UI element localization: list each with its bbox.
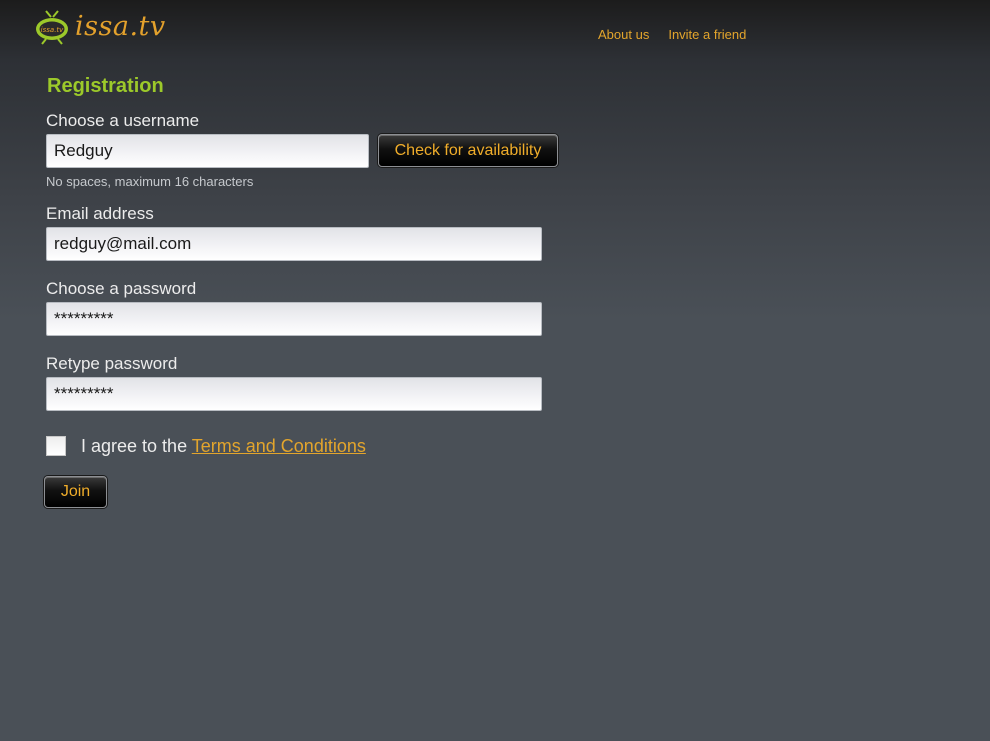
top-nav: About us Invite a friend <box>598 27 746 42</box>
nav-link-about[interactable]: About us <box>598 27 649 42</box>
logo-badge-text: issa.tv <box>41 26 64 34</box>
terms-prefix: I agree to the <box>81 436 188 456</box>
site-logo[interactable]: issa.tv issa.tv <box>34 9 166 45</box>
username-hint: No spaces, maximum 16 characters <box>46 174 254 189</box>
logo-text: issa.tv <box>75 11 166 42</box>
join-button[interactable]: Join <box>44 476 107 508</box>
password-label: Choose a password <box>46 279 197 298</box>
terms-checkbox[interactable] <box>46 436 66 456</box>
terms-agreement: I agree to the Terms and Conditions <box>81 436 366 457</box>
retype-password-input[interactable] <box>46 377 542 411</box>
username-label: Choose a username <box>46 111 200 130</box>
check-availability-button[interactable]: Check for availability <box>378 134 558 167</box>
page-title: Registration <box>47 75 164 97</box>
nav-link-invite[interactable]: Invite a friend <box>668 27 746 42</box>
terms-link[interactable]: Terms and Conditions <box>192 436 366 456</box>
email-label: Email address <box>46 204 154 223</box>
password-input[interactable] <box>46 302 542 336</box>
email-input[interactable] <box>46 227 542 261</box>
retype-password-label: Retype password <box>46 354 178 373</box>
username-input[interactable] <box>46 134 369 168</box>
tv-logo-icon: issa.tv <box>34 9 70 45</box>
